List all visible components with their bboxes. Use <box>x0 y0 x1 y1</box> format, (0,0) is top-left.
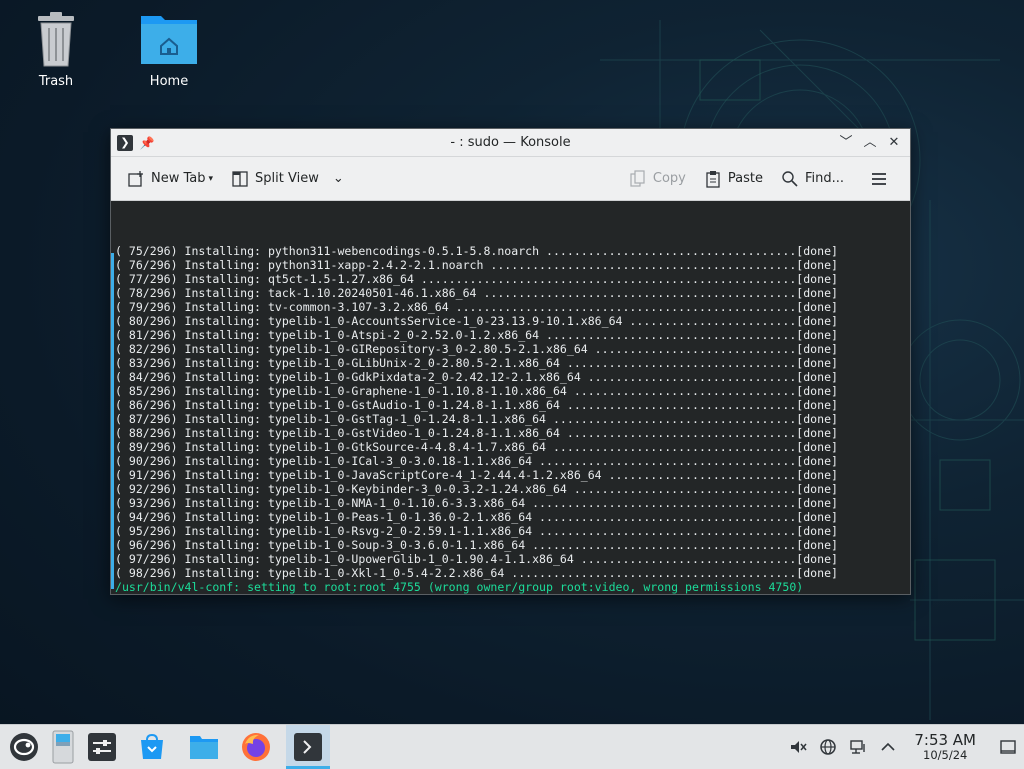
terminal-line: /usr/bin/v4l-conf: setting to root:root … <box>115 580 804 594</box>
copy-label: Copy <box>652 171 686 186</box>
tray-expand-icon[interactable] <box>878 737 898 757</box>
terminal-line: ( 92/296) Installing: typelib-1_0-Keybin… <box>115 482 838 496</box>
minimize-button[interactable]: ﹀ <box>838 135 854 151</box>
terminal-scrollback-marker <box>111 253 114 589</box>
terminal-line: ( 97/296) Installing: typelib-1_0-Upower… <box>115 552 838 566</box>
terminal-line: ( 78/296) Installing: tack-1.10.20240501… <box>115 286 838 300</box>
settings-sliders-icon <box>88 733 116 761</box>
pin-icon[interactable]: 📌 <box>139 135 155 151</box>
system-tray: 7:53 AM 10/5/24 <box>788 732 1024 762</box>
new-tab-icon <box>127 170 145 188</box>
terminal-output[interactable]: ( 75/296) Installing: python311-webencod… <box>111 201 910 594</box>
virtual-desktop-icon <box>52 730 74 764</box>
hamburger-menu-button[interactable] <box>864 166 894 192</box>
terminal-lines: ( 75/296) Installing: python311-webencod… <box>115 244 910 594</box>
new-tab-button[interactable]: New Tab ▾ <box>121 166 219 192</box>
split-view-label: Split View <box>255 171 319 186</box>
terminal-line: ( 93/296) Installing: typelib-1_0-NMA-1_… <box>115 496 838 510</box>
home-label: Home <box>149 74 189 89</box>
desktop-home[interactable]: Home <box>124 10 214 89</box>
taskbar-system-settings[interactable] <box>80 725 124 769</box>
find-label: Find... <box>804 171 844 186</box>
digital-clock[interactable]: 7:53 AM 10/5/24 <box>914 732 976 762</box>
hamburger-menu-icon <box>870 170 888 188</box>
terminal-line: ( 81/296) Installing: typelib-1_0-Atspi-… <box>115 328 838 342</box>
clock-time: 7:53 AM <box>914 731 976 749</box>
search-icon <box>781 170 799 188</box>
software-store-icon <box>141 733 163 759</box>
terminal-line: ( 87/296) Installing: typelib-1_0-GstTag… <box>115 412 838 426</box>
taskbar: 7:53 AM 10/5/24 <box>0 724 1024 769</box>
terminal-line: ( 82/296) Installing: typelib-1_0-GIRepo… <box>115 342 838 356</box>
taskbar-firefox[interactable] <box>234 725 278 769</box>
terminal-line: ( 96/296) Installing: typelib-1_0-Soup-3… <box>115 538 838 552</box>
find-button[interactable]: Find... <box>775 166 850 192</box>
wired-network-icon[interactable] <box>848 737 868 757</box>
terminal-line: ( 85/296) Installing: typelib-1_0-Graphe… <box>115 384 838 398</box>
trash-icon <box>24 10 88 68</box>
copy-button[interactable]: Copy <box>623 166 692 192</box>
taskbar-application-launcher[interactable] <box>2 725 46 769</box>
window-title: - : sudo — Konsole <box>450 135 571 150</box>
terminal-line: ( 98/296) Installing: typelib-1_0-Xkl-1_… <box>115 566 838 580</box>
terminal-line: ( 80/296) Installing: typelib-1_0-Accoun… <box>115 314 838 328</box>
terminal-line: ( 91/296) Installing: typelib-1_0-JavaSc… <box>115 468 838 482</box>
konsole-window[interactable]: ❯ 📌 - : sudo — Konsole ﹀ ︿ ✕ New Tab ▾ Sp… <box>110 128 911 595</box>
opensuse-icon <box>10 733 38 761</box>
chevron-down-icon: ▾ <box>208 173 214 184</box>
split-view-button[interactable]: Split View ⌄ <box>225 166 350 192</box>
paste-label: Paste <box>727 171 763 186</box>
copy-icon <box>629 169 647 188</box>
terminal-line: ( 95/296) Installing: typelib-1_0-Rsvg-2… <box>115 524 838 538</box>
terminal-line: ( 84/296) Installing: typelib-1_0-GdkPix… <box>115 370 838 384</box>
terminal-line: ( 94/296) Installing: typelib-1_0-Peas-1… <box>115 510 838 524</box>
taskbar-dolphin[interactable] <box>182 725 226 769</box>
terminal-line: ( 75/296) Installing: python311-webencod… <box>115 244 838 258</box>
terminal-line: ( 79/296) Installing: tv-common-3.107-3.… <box>115 300 838 314</box>
split-view-icon <box>231 170 249 188</box>
terminal-line: ( 83/296) Installing: typelib-1_0-GLibUn… <box>115 356 838 370</box>
terminal-line: ( 77/296) Installing: qt5ct-1.5-1.27.x86… <box>115 272 838 286</box>
konsole-app-icon[interactable]: ❯ <box>117 134 133 151</box>
new-tab-label: New Tab <box>151 171 206 186</box>
desktop-trash[interactable]: Trash <box>11 10 101 89</box>
terminal-line: ( 88/296) Installing: typelib-1_0-GstVid… <box>115 426 838 440</box>
maximize-button[interactable]: ︿ <box>862 135 878 151</box>
paste-button[interactable]: Paste <box>698 166 769 192</box>
terminal-line: ( 90/296) Installing: typelib-1_0-ICal-3… <box>115 454 838 468</box>
trash-label: Trash <box>38 74 74 89</box>
close-button[interactable]: ✕ <box>886 135 902 151</box>
terminal-line: ( 76/296) Installing: python311-xapp-2.4… <box>115 258 838 272</box>
firefox-icon <box>242 733 270 761</box>
chevron-down-icon[interactable]: ⌄ <box>333 171 344 186</box>
network-globe-icon[interactable] <box>818 737 838 757</box>
taskbar-konsole[interactable] <box>286 725 330 769</box>
clock-date: 10/5/24 <box>923 748 968 762</box>
konsole-toolbar: New Tab ▾ Split View ⌄ Copy Paste Find..… <box>111 157 910 201</box>
terminal-line: ( 86/296) Installing: typelib-1_0-GstAud… <box>115 398 838 412</box>
home-folder-icon <box>137 10 201 68</box>
terminal-line: ( 89/296) Installing: typelib-1_0-GtkSou… <box>115 440 838 454</box>
taskbar-pager[interactable] <box>46 725 80 769</box>
terminal-icon <box>294 733 322 761</box>
file-manager-icon <box>190 736 218 759</box>
volume-muted-icon[interactable] <box>788 737 808 757</box>
taskbar-discover[interactable] <box>130 725 174 769</box>
paste-icon <box>704 170 722 188</box>
window-titlebar[interactable]: ❯ 📌 - : sudo — Konsole ﹀ ︿ ✕ <box>111 129 910 157</box>
show-desktop-icon[interactable] <box>998 737 1018 757</box>
